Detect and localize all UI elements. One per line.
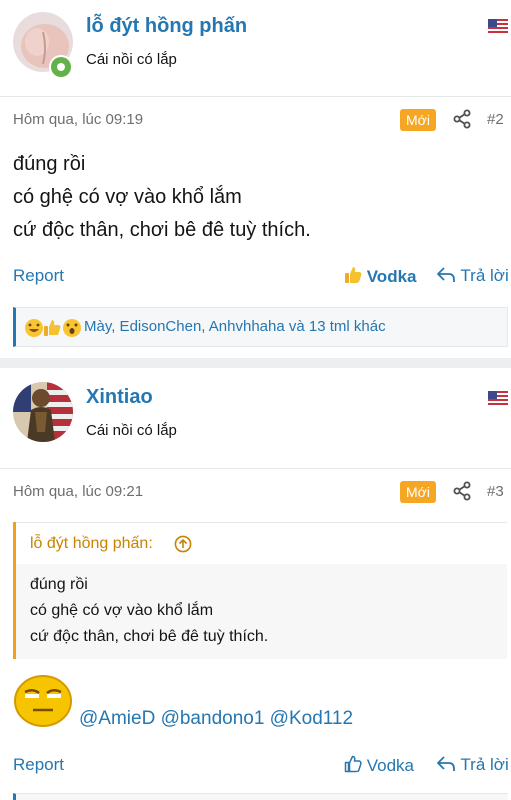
new-badge: Mới: [400, 109, 436, 131]
quote-line: đúng rồi: [30, 576, 88, 593]
online-status-icon: [49, 55, 73, 79]
reaction-emojis-icon: [25, 319, 81, 337]
body-line: đúng rồi: [13, 153, 86, 175]
us-flag-icon: [488, 391, 508, 405]
reactions-bar[interactable]: Mày, EdisonChen, Anhvhhaha và 13 tml khá…: [13, 307, 508, 347]
report-link[interactable]: Report: [13, 755, 64, 775]
quote-line: có ghệ có vợ vào khổ lắm: [30, 602, 214, 619]
like-label: Vodka: [366, 267, 417, 286]
post-time[interactable]: Hôm qua, lúc 09:19: [13, 111, 143, 128]
post-1-body: đúng rồi có ghệ có vợ vào khổ lắm cứ độc…: [13, 148, 311, 247]
quote-line: cứ độc thân, chơi bê đê tuỳ thích.: [30, 628, 269, 645]
post-2-user-header: Xintiao Cái nồi có lắp: [0, 368, 511, 462]
share-icon[interactable]: [452, 109, 472, 129]
user-title: Cái nồi có lắp: [86, 422, 177, 439]
like-button[interactable]: Vodka: [344, 266, 417, 287]
like-icon: [344, 755, 362, 773]
post-1-meta: Hôm qua, lúc 09:19 Mới #2: [0, 96, 511, 142]
username[interactable]: Xintiao: [86, 386, 153, 409]
new-badge: Mới: [400, 481, 436, 503]
quote-header[interactable]: lỗ đýt hồng phấn:: [16, 522, 507, 564]
post-2-meta: Hôm qua, lúc 09:21 Mới #3: [0, 468, 511, 514]
post-1-user-header: lỗ đýt hồng phấn Cái nồi có lắp: [0, 0, 511, 94]
smiley-emoji-icon: [14, 675, 72, 727]
avatar[interactable]: [13, 382, 73, 442]
like-button[interactable]: Vodka: [344, 755, 414, 776]
reply-button[interactable]: Trả lời: [436, 266, 509, 286]
user-title: Cái nồi có lắp: [86, 51, 177, 68]
quote-author[interactable]: lỗ đýt hồng phấn:: [30, 535, 153, 553]
reactions-bar-partial: [13, 793, 508, 800]
mentions-text[interactable]: @AmieD @bandono1 @Kod112: [79, 708, 353, 730]
body-line: có ghệ có vợ vào khổ lắm: [13, 186, 242, 208]
reply-icon: [436, 267, 456, 283]
jump-to-quote-icon[interactable]: [174, 535, 192, 553]
post-separator: [0, 358, 511, 368]
us-flag-icon: [488, 19, 508, 33]
quote-block: lỗ đýt hồng phấn: đúng rồi có ghệ có vợ …: [13, 522, 507, 659]
share-icon[interactable]: [452, 481, 472, 501]
reactions-text[interactable]: Mày, EdisonChen, Anhvhhaha và 13 tml khá…: [84, 318, 386, 335]
reply-label: Trả lời: [460, 755, 509, 774]
username[interactable]: lỗ đýt hồng phấn: [86, 15, 247, 38]
post-time[interactable]: Hôm qua, lúc 09:21: [13, 483, 143, 500]
reply-button[interactable]: Trả lời: [436, 755, 509, 775]
reply-icon: [436, 756, 456, 772]
like-label: Vodka: [366, 756, 414, 775]
report-link[interactable]: Report: [13, 266, 64, 286]
reply-label: Trả lời: [460, 266, 509, 285]
like-icon: [344, 266, 362, 284]
post-number[interactable]: #3: [487, 483, 504, 500]
body-line: cứ độc thân, chơi bê đê tuỳ thích.: [13, 219, 311, 241]
quote-body: đúng rồi có ghệ có vợ vào khổ lắm cứ độc…: [30, 572, 268, 650]
post-number[interactable]: #2: [487, 111, 504, 128]
